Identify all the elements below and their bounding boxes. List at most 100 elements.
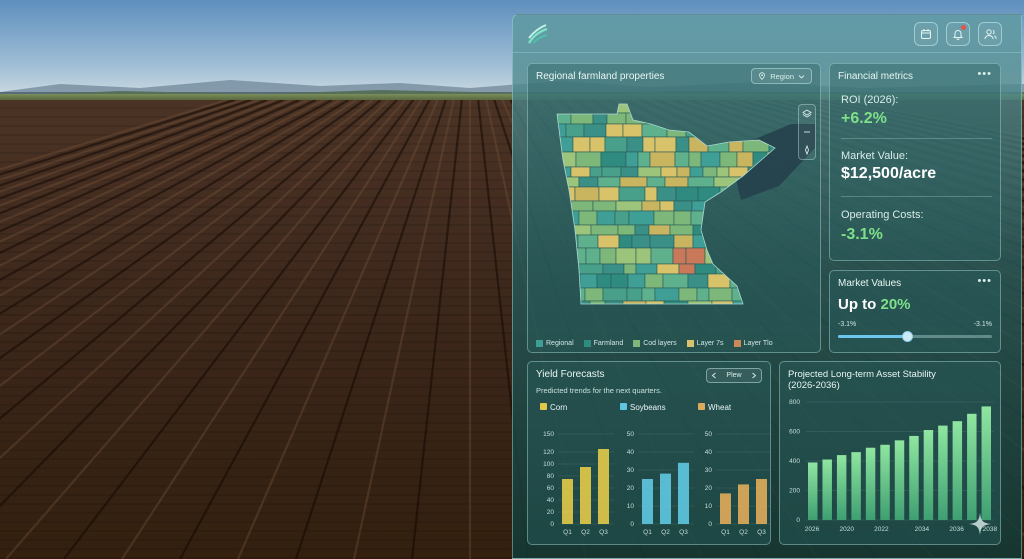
county-region[interactable] [692, 234, 713, 249]
county-region[interactable] [637, 166, 662, 178]
minnesota-map[interactable] [529, 90, 819, 328]
county-region[interactable] [648, 224, 671, 236]
county-region[interactable] [774, 224, 796, 236]
county-region[interactable] [596, 273, 612, 289]
county-region[interactable] [602, 287, 628, 302]
county-region[interactable] [600, 151, 627, 168]
county-region[interactable] [774, 263, 794, 275]
county-region[interactable] [615, 247, 637, 265]
bar[interactable] [836, 455, 847, 520]
legend-item[interactable]: Layer Tlo [733, 340, 773, 347]
county-region[interactable] [692, 224, 715, 236]
county-region[interactable] [708, 287, 733, 302]
county-region[interactable] [678, 263, 696, 275]
county-region[interactable] [676, 166, 691, 178]
bar[interactable] [880, 444, 890, 520]
period-selector[interactable]: Plew [706, 368, 762, 383]
county-region[interactable] [602, 263, 625, 275]
county-region[interactable] [687, 176, 715, 188]
county-region[interactable] [672, 247, 687, 265]
county-region[interactable] [776, 100, 795, 113]
bar[interactable] [642, 479, 653, 524]
county-region[interactable] [749, 263, 764, 275]
county-region[interactable] [659, 112, 678, 125]
county-region[interactable] [619, 176, 648, 188]
county-region[interactable] [592, 112, 608, 125]
bar[interactable] [851, 452, 861, 520]
county-region[interactable] [700, 123, 716, 138]
county-region[interactable] [641, 123, 668, 138]
county-region[interactable] [553, 300, 567, 317]
bar[interactable] [981, 406, 991, 520]
county-region[interactable] [649, 234, 675, 249]
county-region[interactable] [592, 200, 617, 212]
county-region[interactable] [728, 136, 744, 153]
calendar-button[interactable] [914, 22, 938, 46]
county-region[interactable] [687, 273, 709, 289]
county-region[interactable] [673, 200, 693, 212]
county-region[interactable] [768, 112, 783, 125]
county-region[interactable] [752, 234, 766, 249]
county-region[interactable] [587, 100, 609, 114]
county-region[interactable] [713, 210, 730, 226]
county-region[interactable] [702, 166, 718, 178]
bar[interactable] [562, 479, 573, 524]
county-region[interactable] [645, 112, 661, 125]
county-region[interactable] [729, 273, 754, 289]
county-region[interactable] [742, 200, 764, 212]
county-region[interactable] [553, 210, 580, 226]
county-region[interactable] [565, 300, 591, 317]
county-region[interactable] [754, 300, 775, 317]
county-region[interactable] [553, 100, 574, 114]
county-region[interactable] [605, 123, 624, 138]
county-region[interactable] [570, 112, 594, 125]
county-region[interactable] [618, 186, 646, 202]
county-region[interactable] [728, 210, 756, 226]
county-region[interactable] [745, 247, 769, 265]
county-region[interactable] [578, 176, 599, 188]
county-region[interactable] [633, 100, 653, 114]
county-region[interactable] [736, 100, 750, 114]
county-region[interactable] [689, 166, 704, 178]
county-region[interactable] [650, 247, 674, 265]
county-region[interactable] [571, 287, 586, 302]
bar[interactable] [678, 462, 689, 524]
county-region[interactable] [691, 200, 714, 212]
bar[interactable] [660, 473, 671, 524]
county-region[interactable] [641, 200, 661, 212]
county-region[interactable] [773, 300, 787, 317]
county-region[interactable] [697, 186, 721, 202]
county-region[interactable] [732, 300, 756, 317]
county-region[interactable] [687, 300, 713, 317]
county-region[interactable] [689, 112, 706, 125]
county-region[interactable] [688, 151, 702, 168]
county-region[interactable] [590, 224, 619, 236]
county-region[interactable] [645, 300, 665, 317]
county-region[interactable] [644, 273, 664, 289]
county-region[interactable] [768, 273, 785, 289]
county-region[interactable] [577, 263, 604, 275]
county-region[interactable] [572, 136, 591, 153]
bar[interactable] [822, 459, 832, 520]
county-region[interactable] [579, 273, 598, 289]
legend-item[interactable]: Regional [536, 340, 574, 347]
county-region[interactable] [553, 234, 579, 249]
county-region[interactable] [575, 151, 602, 168]
county-region[interactable] [764, 234, 782, 249]
county-region[interactable] [673, 210, 692, 226]
county-region[interactable] [635, 263, 658, 275]
county-region[interactable] [662, 273, 689, 289]
county-region[interactable] [675, 186, 699, 202]
county-region[interactable] [656, 263, 680, 275]
county-region[interactable] [737, 263, 751, 275]
county-region[interactable] [570, 200, 594, 212]
county-region[interactable] [719, 186, 736, 202]
county-region[interactable] [574, 186, 600, 202]
county-region[interactable] [607, 100, 635, 114]
county-region[interactable] [711, 300, 734, 317]
county-region[interactable] [744, 112, 770, 125]
county-region[interactable] [674, 151, 690, 168]
chevron-right-icon[interactable] [751, 372, 757, 379]
county-region[interactable] [729, 247, 747, 265]
county-region[interactable] [743, 287, 764, 302]
